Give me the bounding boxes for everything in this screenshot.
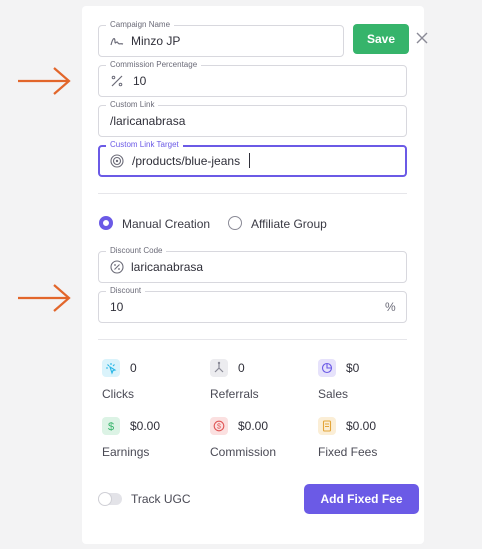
earnings-icon: $ [102, 417, 120, 435]
custom-link-target-label: Custom Link Target [106, 140, 183, 150]
sales-icon [318, 359, 336, 377]
track-ugc-toggle[interactable] [98, 492, 122, 506]
sales-label: Sales [318, 387, 349, 401]
custom-link-target-field[interactable]: Custom Link Target /products/blue-jeans [98, 140, 407, 177]
discount-code-field[interactable]: Discount Code laricanabrasa [98, 246, 407, 283]
fixed-fees-value: $0.00 [346, 419, 377, 433]
signature-icon [110, 38, 124, 46]
commission-label: Commission [210, 445, 277, 459]
text-cursor [249, 153, 250, 168]
fixed-fees-label: Fixed Fees [318, 445, 378, 459]
fixed-fees-icon [318, 417, 336, 435]
clicks-value: 0 [130, 361, 137, 375]
manual-creation-label[interactable]: Manual Creation [122, 217, 210, 231]
campaign-panel: Campaign Name Minzo JP Save Commission P… [82, 6, 428, 544]
save-button[interactable]: Save [353, 24, 409, 54]
referrals-value: 0 [238, 361, 245, 375]
clicks-icon [102, 359, 120, 377]
commission-icon: $ [210, 417, 228, 435]
earnings-value: $0.00 [130, 419, 161, 433]
campaign-name-field[interactable]: Campaign Name Minzo JP [98, 20, 344, 57]
discount-field[interactable]: Discount 10 % [98, 286, 407, 323]
custom-link-label: Custom Link [106, 100, 159, 110]
radio-manual-creation[interactable] [99, 216, 113, 230]
discount-tag-icon [110, 260, 124, 274]
referrals-label: Referrals [210, 387, 259, 401]
divider [98, 193, 407, 194]
add-fixed-fee-button[interactable]: Add Fixed Fee [304, 484, 419, 514]
commission-percentage-field[interactable]: Commission Percentage 10 [98, 60, 407, 97]
toggle-knob [98, 492, 112, 506]
track-ugc-label: Track UGC [131, 492, 191, 506]
divider [98, 339, 407, 340]
sales-value: $0 [346, 361, 360, 375]
radio-affiliate-group[interactable] [228, 216, 242, 230]
commission-percentage-label: Commission Percentage [106, 60, 202, 70]
discount-code-label: Discount Code [106, 246, 167, 256]
affiliate-group-label[interactable]: Affiliate Group [251, 217, 327, 231]
custom-link-field[interactable]: Custom Link /laricanabrasa [98, 100, 407, 137]
discount-label: Discount [106, 286, 146, 296]
discount-value: 10 [110, 300, 124, 314]
close-icon[interactable] [416, 32, 428, 44]
svg-text:$: $ [108, 421, 114, 433]
clicks-label: Clicks [102, 387, 134, 401]
percent-icon [111, 75, 123, 87]
target-icon [110, 154, 124, 168]
campaign-name-label: Campaign Name [106, 20, 175, 30]
earnings-label: Earnings [102, 445, 150, 459]
discount-suffix: % [385, 300, 396, 314]
arrow-annotation-discount [18, 284, 71, 312]
discount-code-value: laricanabrasa [131, 260, 204, 274]
commission-percentage-value: 10 [133, 74, 147, 88]
commission-value: $0.00 [238, 419, 269, 433]
campaign-name-value: Minzo JP [131, 34, 181, 48]
custom-link-value: /laricanabrasa [110, 114, 186, 128]
referrals-icon [210, 359, 228, 377]
custom-link-target-value: /products/blue-jeans [132, 154, 241, 168]
svg-text:$: $ [217, 424, 221, 431]
arrow-annotation-commission [18, 67, 71, 95]
